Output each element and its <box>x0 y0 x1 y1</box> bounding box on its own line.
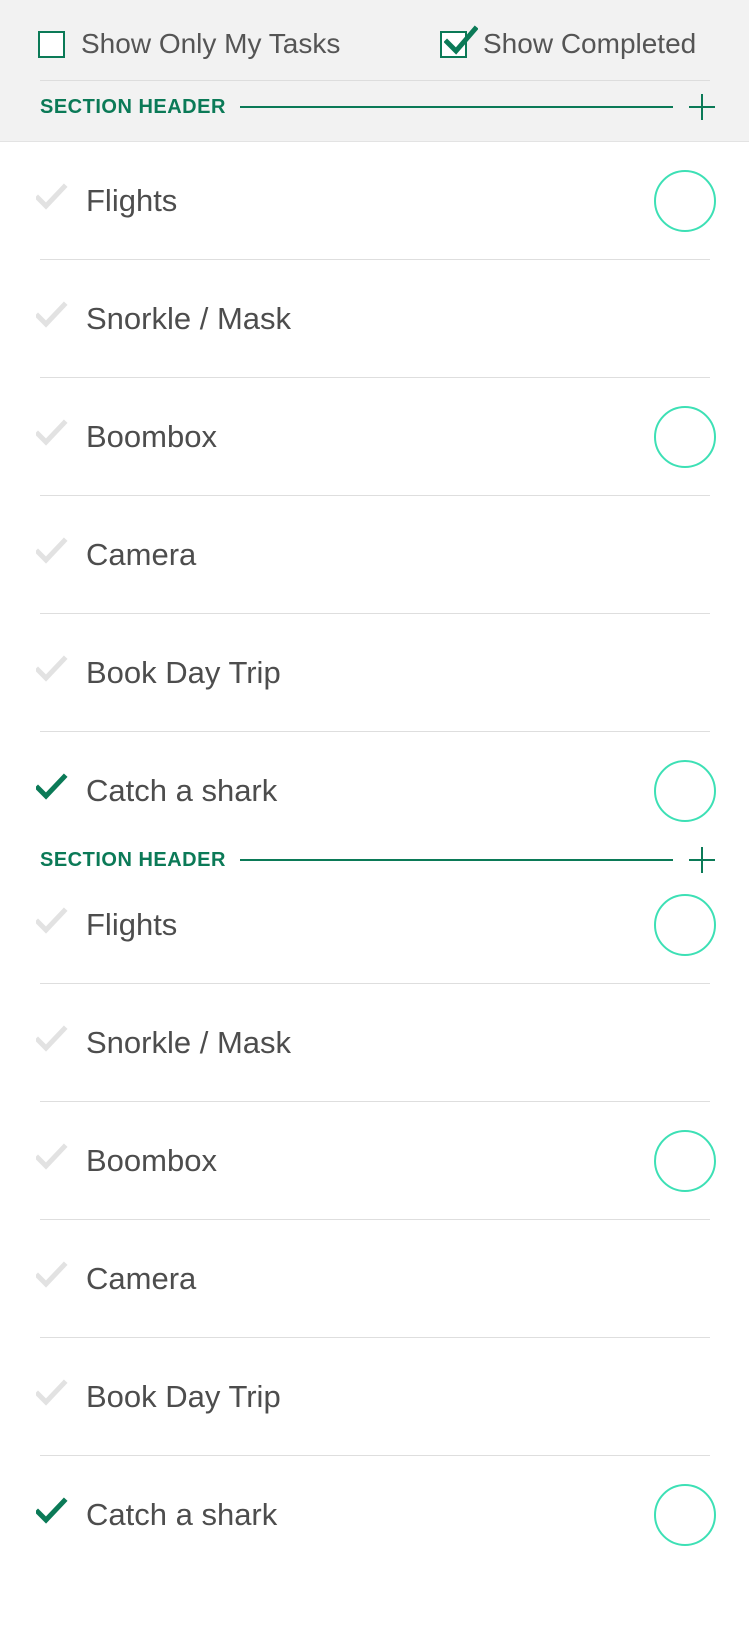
assignee-avatar[interactable] <box>588 177 636 225</box>
assignee-avatar[interactable] <box>668 295 716 343</box>
complete-checkmark-icon[interactable] <box>34 535 68 567</box>
task-row[interactable]: Boombox <box>0 378 749 496</box>
assignee-avatars <box>602 531 716 579</box>
assignee-avatars <box>588 170 716 232</box>
complete-checkmark-icon[interactable] <box>34 299 68 331</box>
task-row[interactable]: Flights <box>0 866 749 984</box>
task-title: Camera <box>86 537 197 572</box>
task-row[interactable]: Boombox <box>0 1102 749 1220</box>
assignee-avatar[interactable] <box>602 531 650 579</box>
assignee-avatars <box>654 1484 716 1546</box>
assignee-avatars <box>668 1373 716 1421</box>
assignee-avatar[interactable] <box>588 1137 636 1185</box>
assignee-avatar[interactable] <box>654 760 716 822</box>
task-row[interactable]: Snorkle / Mask <box>0 260 749 378</box>
complete-checkmark-icon[interactable] <box>34 1259 68 1291</box>
assignee-avatar[interactable] <box>668 531 716 579</box>
checkmark-icon <box>444 24 478 55</box>
assignee-avatar[interactable] <box>668 1255 716 1303</box>
assignee-avatar[interactable] <box>654 1484 716 1546</box>
task-title: Flights <box>86 907 178 942</box>
assignee-avatars <box>588 1130 716 1192</box>
task-row[interactable]: Book Day Trip <box>0 1338 749 1456</box>
task-title: Flights <box>86 183 178 218</box>
show-only-my-tasks-checkbox[interactable] <box>38 30 65 58</box>
task-row[interactable]: Catch a shark <box>0 1456 749 1574</box>
show-completed-toggle[interactable]: Show Completed <box>440 22 696 66</box>
task-title: Catch a shark <box>86 1497 278 1532</box>
task-title: Boombox <box>86 1143 217 1178</box>
show-only-my-tasks-toggle[interactable]: Show Only My Tasks <box>38 22 340 66</box>
task-row[interactable]: Book Day Trip <box>0 614 749 732</box>
section-header-title: SECTION HEADER <box>40 95 226 118</box>
divider <box>40 80 710 81</box>
task-title: Catch a shark <box>86 773 278 808</box>
assignee-avatar[interactable] <box>654 406 716 468</box>
assignee-avatar[interactable] <box>654 170 716 232</box>
add-task-plus-icon[interactable] <box>689 94 715 120</box>
assignee-avatar[interactable] <box>668 1019 716 1067</box>
assignee-avatars <box>668 1019 716 1067</box>
task-title: Snorkle / Mask <box>86 1025 292 1060</box>
complete-checkmark-icon[interactable] <box>34 1495 68 1527</box>
assignee-avatar[interactable] <box>588 413 636 461</box>
complete-checkmark-icon[interactable] <box>34 771 68 803</box>
assignee-avatars <box>668 295 716 343</box>
complete-checkmark-icon[interactable] <box>34 653 68 685</box>
complete-checkmark-icon[interactable] <box>34 1377 68 1409</box>
task-title: Book Day Trip <box>86 655 281 690</box>
assignee-avatar[interactable] <box>668 1373 716 1421</box>
task-row[interactable]: Camera <box>0 1220 749 1338</box>
complete-checkmark-icon[interactable] <box>34 905 68 937</box>
section-header: SECTION HEADER <box>40 92 715 122</box>
assignee-avatar[interactable] <box>602 1255 650 1303</box>
assignee-avatars <box>668 649 716 697</box>
assignee-avatar[interactable] <box>668 649 716 697</box>
task-title: Book Day Trip <box>86 1379 281 1414</box>
task-title: Snorkle / Mask <box>86 301 292 336</box>
show-only-my-tasks-label: Show Only My Tasks <box>81 28 341 59</box>
show-completed-label: Show Completed <box>483 28 697 59</box>
assignee-avatars <box>588 406 716 468</box>
complete-checkmark-icon[interactable] <box>34 1141 68 1173</box>
task-title: Boombox <box>86 419 217 454</box>
show-completed-checkbox[interactable] <box>440 24 478 58</box>
assignee-avatar[interactable] <box>654 894 716 956</box>
assignee-avatars <box>588 894 716 956</box>
task-row[interactable]: Catch a shark <box>0 732 749 850</box>
assignee-avatar[interactable] <box>654 1130 716 1192</box>
section-header-rule <box>239 859 673 861</box>
assignee-avatar[interactable] <box>588 901 636 949</box>
task-title: Camera <box>86 1261 197 1296</box>
complete-checkmark-icon[interactable] <box>34 181 68 213</box>
complete-checkmark-icon[interactable] <box>34 417 68 449</box>
complete-checkmark-icon[interactable] <box>34 1023 68 1055</box>
assignee-avatars <box>602 1255 716 1303</box>
task-row[interactable]: Flights <box>0 142 749 260</box>
section-header-rule <box>239 106 673 108</box>
task-row[interactable]: Snorkle / Mask <box>0 984 749 1102</box>
assignee-avatars <box>654 760 716 822</box>
task-row[interactable]: Camera <box>0 496 749 614</box>
